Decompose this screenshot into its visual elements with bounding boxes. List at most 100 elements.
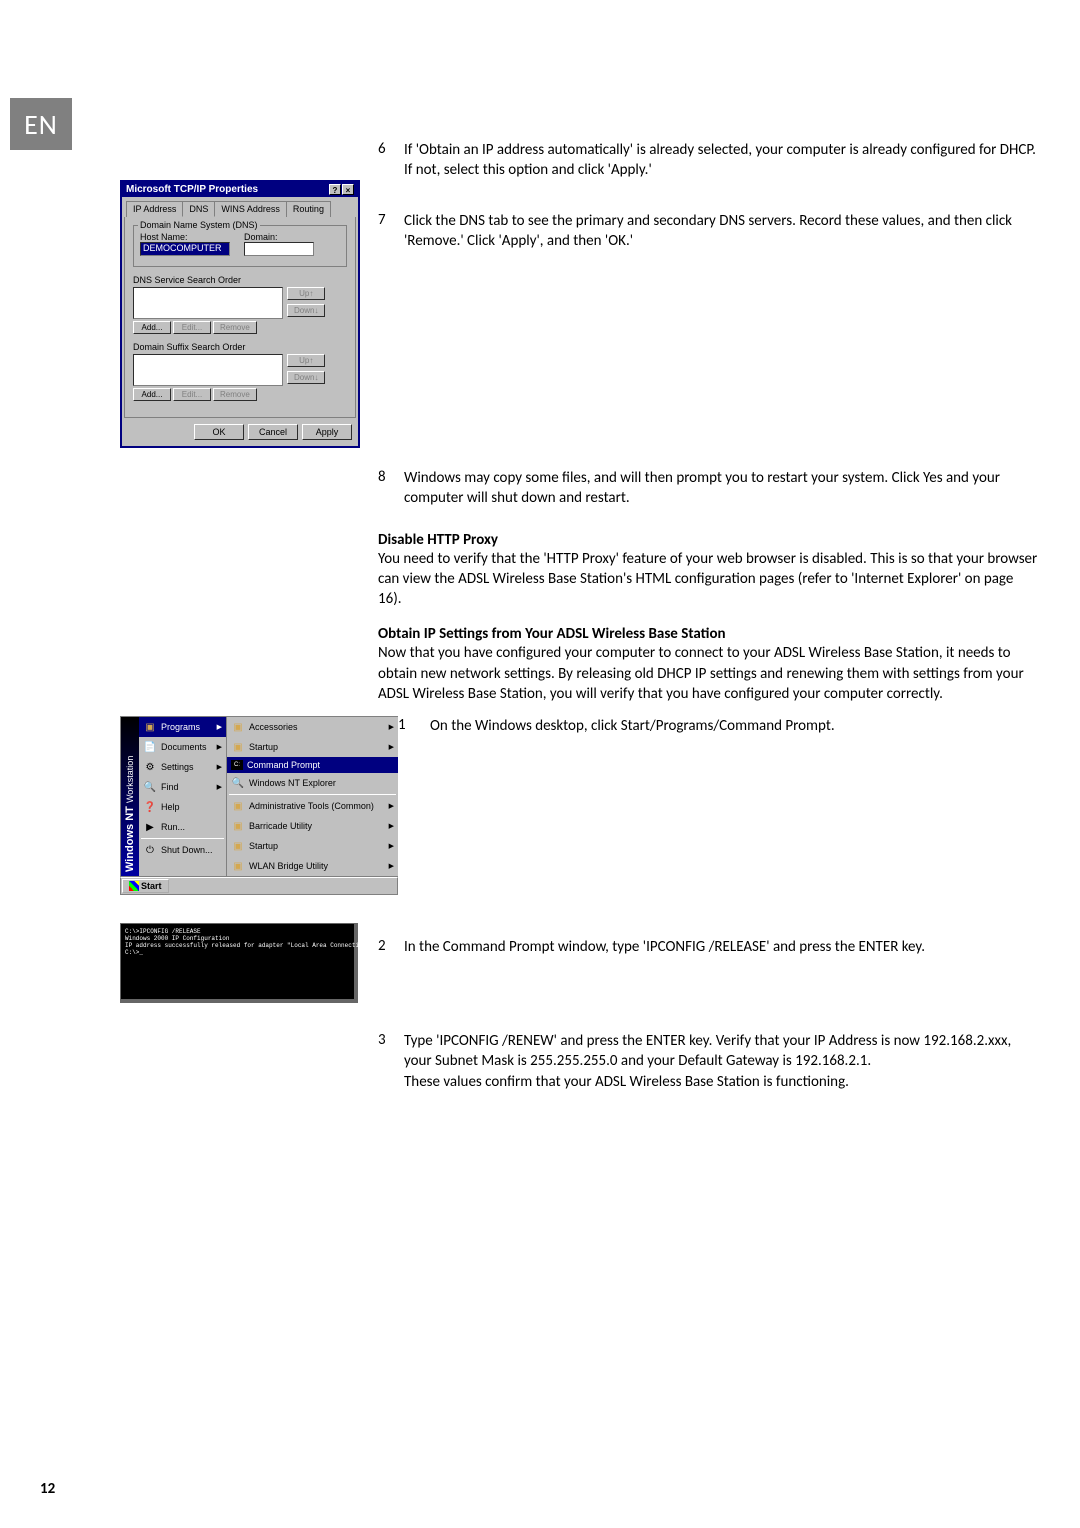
menu-programs[interactable]: ▣ Programs ▶ bbox=[139, 717, 226, 737]
step-text: Type 'IPCONFIG /RENEW' and press the ENT… bbox=[404, 1032, 1011, 1070]
menu-documents[interactable]: 📄 Documents ▶ bbox=[139, 737, 226, 757]
btn-apply[interactable]: Apply bbox=[302, 424, 352, 440]
btn-remove-1[interactable]: Remove bbox=[213, 321, 257, 334]
cmd-line: IP address successfully released for ada… bbox=[125, 942, 350, 949]
windows-logo-icon bbox=[129, 881, 139, 891]
submenu-admin-tools[interactable]: ▣ Administrative Tools (Common) ▶ bbox=[227, 796, 398, 816]
arrow-icon: ▶ bbox=[389, 743, 394, 751]
domain-input[interactable] bbox=[244, 242, 314, 256]
step-1-cmd: 1 On the Windows desktop, click Start/Pr… bbox=[398, 716, 1040, 736]
submenu-startup-1[interactable]: ▣ Startup ▶ bbox=[227, 737, 398, 757]
folder-icon: ▣ bbox=[231, 859, 245, 873]
step-text: On the Windows desktop, click Start/Prog… bbox=[430, 716, 835, 736]
programs-submenu: ▣ Accessories ▶ ▣ Startup ▶ C: bbox=[227, 717, 398, 876]
close-button[interactable]: × bbox=[342, 184, 354, 195]
heading-obtain-ip: Obtain IP Settings from Your ADSL Wirele… bbox=[378, 625, 1040, 643]
service-order-label: DNS Service Search Order bbox=[133, 275, 347, 285]
tcpip-properties-dialog: Microsoft TCP/IP Properties ? × IP Addre… bbox=[120, 180, 360, 448]
suffix-order-listbox[interactable] bbox=[133, 354, 283, 386]
documents-icon: 📄 bbox=[143, 740, 157, 754]
menu-run[interactable]: ▶ Run... bbox=[139, 817, 226, 837]
folder-icon: ▣ bbox=[231, 819, 245, 833]
nt-sidebar: Windows NT Workstation bbox=[121, 717, 139, 876]
menu-divider bbox=[141, 838, 224, 839]
menu-divider bbox=[229, 794, 396, 795]
step-number: 2 bbox=[378, 937, 392, 957]
heading-disable-proxy: Disable HTTP Proxy bbox=[378, 531, 1040, 549]
step-number: 1 bbox=[398, 716, 418, 736]
menu-settings[interactable]: ⚙ Settings ▶ bbox=[139, 757, 226, 777]
cmd-line: Windows 2000 IP Configuration bbox=[125, 935, 350, 942]
shutdown-icon: ⏻ bbox=[143, 843, 157, 857]
submenu-startup-2[interactable]: ▣ Startup ▶ bbox=[227, 836, 398, 856]
explorer-icon: 🔍 bbox=[231, 776, 245, 790]
btn-add-1[interactable]: Add... bbox=[133, 321, 171, 334]
menu-shutdown[interactable]: ⏻ Shut Down... bbox=[139, 840, 226, 860]
dns-legend: Domain Name System (DNS) bbox=[138, 220, 260, 230]
settings-icon: ⚙ bbox=[143, 760, 157, 774]
folder-icon: ▣ bbox=[231, 799, 245, 813]
btn-remove-2[interactable]: Remove bbox=[213, 388, 257, 401]
help-button[interactable]: ? bbox=[329, 184, 341, 195]
step-text: Windows may copy some files, and will th… bbox=[404, 468, 1040, 509]
step-text-2: These values confirm that your ADSL Wire… bbox=[404, 1073, 849, 1091]
submenu-nt-explorer[interactable]: 🔍 Windows NT Explorer bbox=[227, 773, 398, 793]
service-order-listbox[interactable] bbox=[133, 287, 283, 319]
arrow-icon: ▶ bbox=[217, 763, 222, 771]
step-number: 3 bbox=[378, 1031, 392, 1092]
submenu-barricade[interactable]: ▣ Barricade Utility ▶ bbox=[227, 816, 398, 836]
cmd-icon: C: bbox=[231, 760, 243, 770]
btn-up-1[interactable]: Up↑ bbox=[287, 287, 325, 300]
btn-edit-2[interactable]: Edit... bbox=[173, 388, 211, 401]
dialog-titlebar: Microsoft TCP/IP Properties ? × bbox=[122, 182, 358, 197]
step-6: 6 If 'Obtain an IP address automatically… bbox=[378, 140, 1040, 181]
find-icon: 🔍 bbox=[143, 780, 157, 794]
arrow-icon: ▶ bbox=[389, 822, 394, 830]
menu-help[interactable]: ❓ Help bbox=[139, 797, 226, 817]
step-2-release: 2 In the Command Prompt window, type 'IP… bbox=[378, 937, 1040, 957]
tab-ip-address[interactable]: IP Address bbox=[126, 201, 183, 217]
arrow-icon: ▶ bbox=[389, 842, 394, 850]
host-name-input[interactable]: DEMOCOMPUTER bbox=[140, 242, 230, 256]
start-button[interactable]: Start bbox=[122, 879, 169, 893]
btn-edit-1[interactable]: Edit... bbox=[173, 321, 211, 334]
taskbar: Start bbox=[120, 877, 398, 895]
dns-fieldset: Domain Name System (DNS) Host Name: DEMO… bbox=[133, 225, 347, 267]
tab-routing[interactable]: Routing bbox=[286, 201, 331, 217]
step-3-renew: 3 Type 'IPCONFIG /RENEW' and press the E… bbox=[378, 1031, 1040, 1092]
submenu-wlan-bridge[interactable]: ▣ WLAN Bridge Utility ▶ bbox=[227, 856, 398, 876]
tab-wins[interactable]: WINS Address bbox=[214, 201, 287, 217]
btn-cancel[interactable]: Cancel bbox=[248, 424, 298, 440]
tab-dns[interactable]: DNS bbox=[182, 201, 215, 217]
step-8: 8 Windows may copy some files, and will … bbox=[378, 468, 1040, 509]
folder-icon: ▣ bbox=[231, 720, 245, 734]
arrow-icon: ▶ bbox=[217, 783, 222, 791]
programs-icon: ▣ bbox=[143, 720, 157, 734]
folder-icon: ▣ bbox=[231, 839, 245, 853]
step-7: 7 Click the DNS tab to see the primary a… bbox=[378, 211, 1040, 252]
btn-add-2[interactable]: Add... bbox=[133, 388, 171, 401]
step-number: 8 bbox=[378, 468, 392, 509]
suffix-order-label: Domain Suffix Search Order bbox=[133, 342, 347, 352]
btn-down-2[interactable]: Down↓ bbox=[287, 371, 325, 384]
domain-label: Domain: bbox=[244, 232, 340, 242]
folder-icon: ▣ bbox=[231, 740, 245, 754]
arrow-icon: ▶ bbox=[217, 743, 222, 751]
btn-up-2[interactable]: Up↑ bbox=[287, 354, 325, 367]
dialog-tabs: IP Address DNS WINS Address Routing bbox=[122, 197, 358, 217]
start-menu-screenshot: Windows NT Workstation ▣ Programs ▶ 📄 Do… bbox=[120, 716, 398, 895]
command-prompt-window: C:\>IPCONFIG /RELEASE Windows 2000 IP Co… bbox=[120, 923, 358, 1003]
submenu-command-prompt[interactable]: C: Command Prompt bbox=[227, 757, 398, 773]
menu-find[interactable]: 🔍 Find ▶ bbox=[139, 777, 226, 797]
page-number: 12 bbox=[40, 1480, 55, 1498]
step-number: 6 bbox=[378, 140, 392, 181]
arrow-icon: ▶ bbox=[389, 802, 394, 810]
body-disable-proxy: You need to verify that the 'HTTP Proxy'… bbox=[378, 549, 1040, 610]
arrow-icon: ▶ bbox=[389, 723, 394, 731]
help-icon: ❓ bbox=[143, 800, 157, 814]
btn-down-1[interactable]: Down↓ bbox=[287, 304, 325, 317]
submenu-accessories[interactable]: ▣ Accessories ▶ bbox=[227, 717, 398, 737]
arrow-icon: ▶ bbox=[389, 862, 394, 870]
btn-ok[interactable]: OK bbox=[194, 424, 244, 440]
host-name-label: Host Name: bbox=[140, 232, 236, 242]
